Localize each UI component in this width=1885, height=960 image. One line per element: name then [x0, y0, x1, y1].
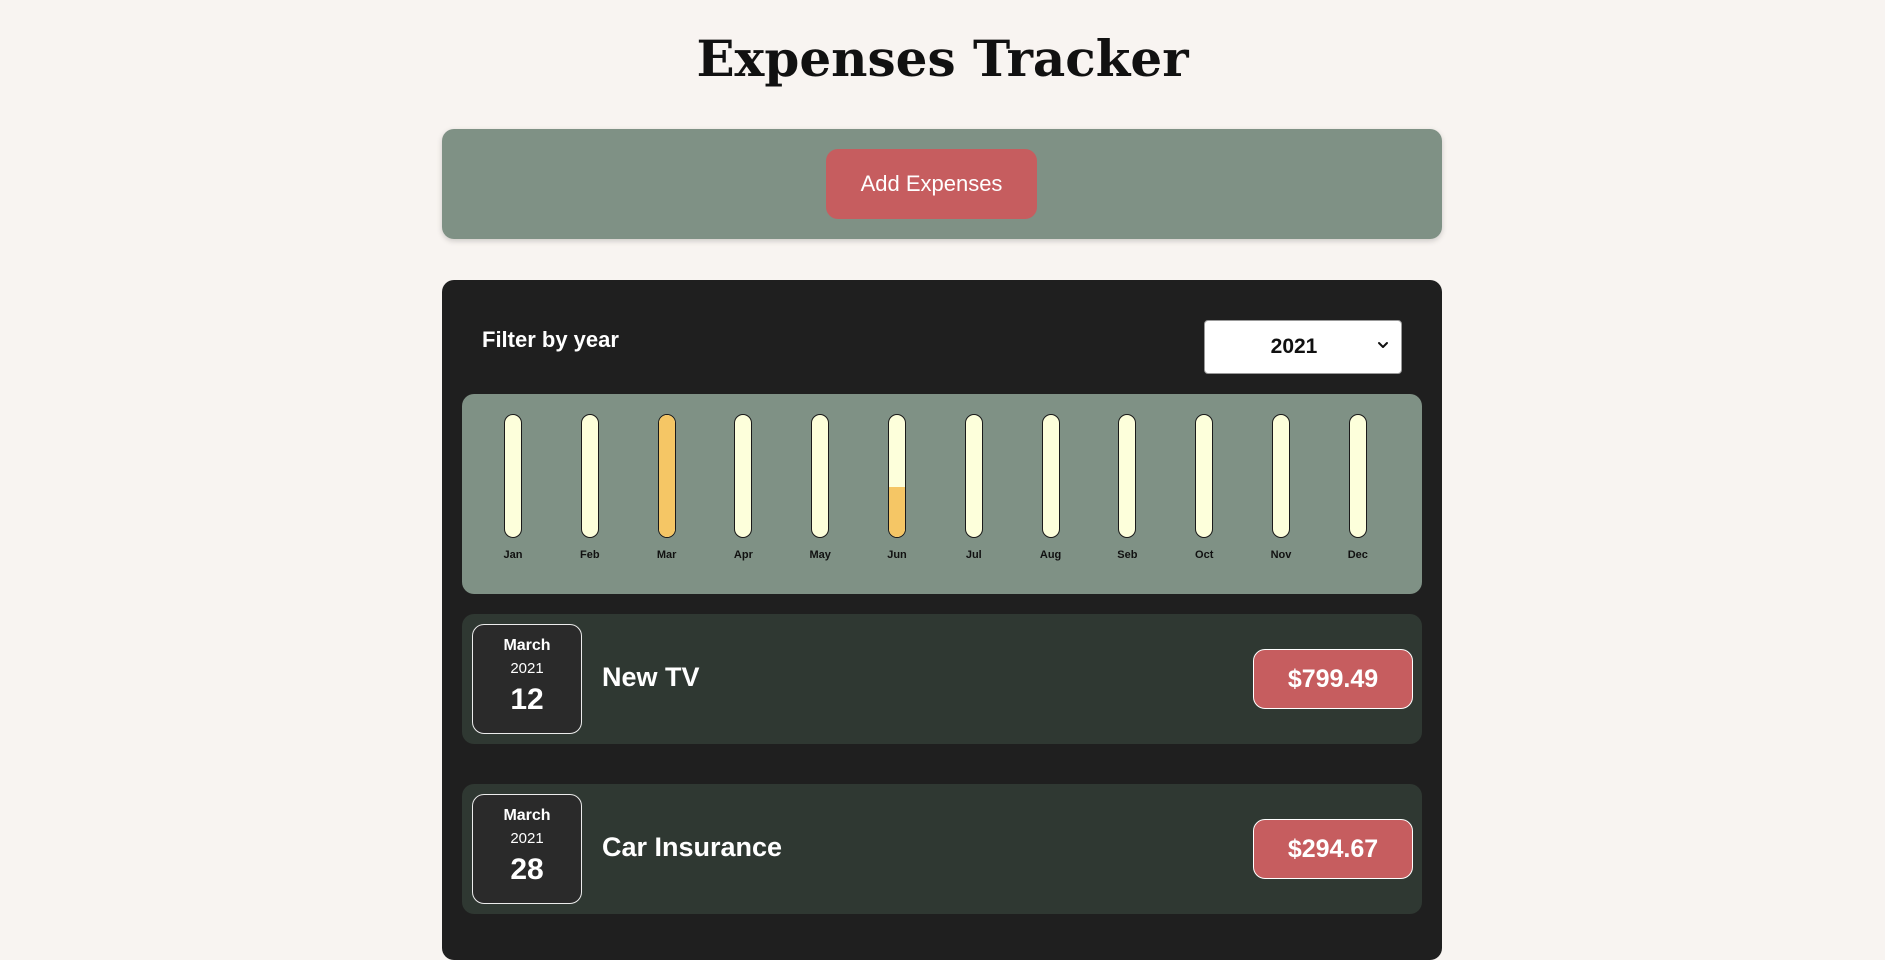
year-filter-select[interactable]: 2021 — [1204, 320, 1402, 374]
add-expenses-button[interactable]: Add Expenses — [826, 149, 1037, 219]
chart-bar-track — [1118, 414, 1137, 538]
chart-bar-track — [811, 414, 830, 538]
chart-bar-track — [964, 414, 983, 538]
chart-bar-jun: Jun — [872, 414, 922, 584]
chart-bar-feb: Feb — [565, 414, 615, 584]
expense-title: New TV — [602, 662, 700, 692]
expense-date: March 2021 12 — [472, 624, 582, 734]
expense-date-year: 2021 — [510, 660, 544, 677]
chart-bar-track — [1041, 414, 1060, 538]
chart-bar-label: Seb — [1117, 549, 1138, 561]
page-title: Expenses Tracker — [696, 29, 1189, 88]
chart-bar-track — [888, 414, 906, 538]
expenses-panel: Filter by year 2021 Jan Feb Mar Apr May Jun Ju… — [442, 280, 1442, 960]
chart-bar-label: Dec — [1347, 549, 1368, 561]
chart-bar-jan: Jan — [488, 414, 538, 584]
chart-bar-label: Oct — [1195, 549, 1214, 561]
chart-bar-track — [657, 414, 676, 538]
chevron-down-icon — [1378, 342, 1388, 348]
chart-bar-track — [504, 414, 522, 538]
chart-bar-track — [1272, 414, 1290, 538]
expense-title: Car Insurance — [602, 832, 783, 862]
expenses-chart: Jan Feb Mar Apr May Jun Jul Aug Seb Oct Nov Dec — [462, 394, 1422, 594]
expense-item: March 2021 12 New TV $799.49 — [462, 614, 1422, 744]
chart-bar-label: Feb — [580, 549, 600, 561]
chart-bar-label: Jul — [965, 549, 982, 561]
expense-date-month: March — [503, 807, 551, 824]
expense-date-year: 2021 — [510, 830, 544, 847]
chart-bar-oct: Oct — [1179, 414, 1229, 584]
chart-bar-label: Apr — [733, 549, 753, 561]
expense-price: $799.49 — [1253, 649, 1413, 709]
chart-bar-fill — [658, 415, 675, 537]
chart-bar-track — [734, 414, 753, 538]
selected-year: 2021 — [1270, 335, 1318, 358]
expense-date-day: 12 — [510, 683, 544, 716]
expense-date-day: 28 — [510, 853, 544, 886]
chart-bar-apr: Apr — [718, 414, 768, 584]
chart-bar-track — [580, 414, 599, 538]
expense-item: March 2021 28 Car Insurance $294.67 — [462, 784, 1422, 914]
expense-price: $294.67 — [1253, 819, 1413, 879]
chart-bar-label: May — [809, 549, 831, 561]
chart-bar-nov: Nov — [1256, 414, 1306, 584]
chart-bar-may: May — [795, 414, 845, 584]
chart-bar-fill — [889, 486, 905, 537]
expense-date-month: March — [503, 637, 551, 654]
chart-bar-mar: Mar — [642, 414, 692, 584]
filter-label: Filter by year — [482, 327, 619, 352]
chart-bar-track — [1195, 414, 1214, 538]
chart-bar-label: Jan — [503, 549, 523, 561]
chart-bar-seb: Seb — [1102, 414, 1152, 584]
chart-bar-label: Mar — [656, 549, 677, 561]
chart-bar-jul: Jul — [949, 414, 999, 584]
chart-bar-label: Nov — [1270, 549, 1292, 561]
chart-bar-track — [1348, 414, 1367, 538]
chart-bar-aug: Aug — [1026, 414, 1076, 584]
chart-bar-label: Aug — [1039, 549, 1062, 561]
expense-date: March 2021 28 — [472, 794, 582, 904]
chart-bar-label: Jun — [887, 549, 907, 561]
new-expense-panel: Add Expenses — [442, 129, 1442, 239]
chart-bar-dec: Dec — [1333, 414, 1383, 584]
